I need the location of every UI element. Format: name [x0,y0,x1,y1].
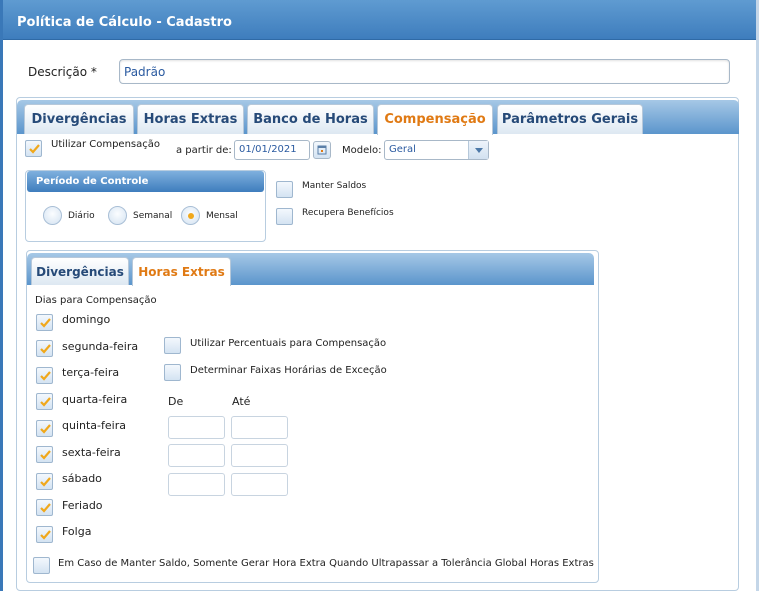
descricao-label: Descrição * [28,65,97,79]
manter-saldo-hora-extra-checkbox[interactable] [33,557,50,574]
main-tab-bar: Divergências Horas Extras Banco de Horas… [17,100,739,135]
recupera-beneficios-checkbox[interactable] [276,208,293,225]
check-icon [40,450,51,460]
window-title: Política de Cálculo - Cadastro [17,15,232,30]
de-label: De [168,395,184,408]
utilizar-percentuais-checkbox[interactable] [164,337,181,354]
ate-label: Até [232,395,251,408]
periodo-de-controle-title: Período de Controle [27,171,264,192]
dia-label: quinta-feira [62,419,126,432]
check-icon [40,318,51,328]
determinar-faixas-label: Determinar Faixas Horárias de Exceção [190,365,387,376]
radio-semanal[interactable] [108,206,127,225]
faixa-ate-input[interactable] [231,416,288,439]
tab-horas-extras[interactable]: Horas Extras [137,104,244,134]
calendar-icon [317,145,327,155]
faixa-ate-input[interactable] [231,473,288,496]
manter-saldos-label: Manter Saldos [302,181,367,191]
tab-parametros-gerais[interactable]: Parâmetros Gerais [497,104,643,134]
descricao-input[interactable]: Padrão [119,59,730,84]
dia-label: Folga [62,525,92,538]
utilizar-percentuais-label: Utilizar Percentuais para Compensação [190,338,387,349]
manter-saldos-checkbox[interactable] [276,181,293,198]
radio-diario[interactable] [43,206,62,225]
modelo-select[interactable]: Geral [384,140,489,160]
dia-label: terça-feira [62,366,120,379]
dia-label: sexta-feira [62,446,121,459]
date-input[interactable]: 01/01/2021 [234,140,310,160]
dia-checkbox[interactable] [36,473,53,490]
faixa-de-input[interactable] [168,473,225,496]
check-icon [40,503,51,513]
utilizar-compensacao-checkbox[interactable] [25,140,42,157]
faixa-ate-input[interactable] [231,444,288,467]
modelo-label: Modelo: [342,145,382,156]
dia-label: quarta-feira [62,393,128,406]
dia-label: segunda-feira [62,340,139,353]
radio-mensal-label: Mensal [206,211,238,221]
check-icon [40,397,51,407]
dia-checkbox[interactable] [36,314,53,331]
radio-selected-dot [188,213,194,219]
radio-mensal[interactable] [181,206,200,225]
dia-checkbox[interactable] [36,367,53,384]
check-icon [40,477,51,487]
dia-checkbox[interactable] [36,499,53,516]
inner-tab-bar: Divergências Horas Extras [27,253,594,286]
dia-checkbox[interactable] [36,526,53,543]
radio-diario-label: Diário [68,211,95,221]
dias-para-compensacao-label: Dias para Compensação [35,295,157,306]
recupera-beneficios-label: Recupera Benefícios [302,208,394,218]
dia-checkbox[interactable] [36,420,53,437]
utilizar-compensacao-label: Utilizar Compensação [51,139,161,150]
dia-checkbox[interactable] [36,446,53,463]
inner-tab-horas-extras[interactable]: Horas Extras [132,257,231,286]
inner-tab-divergencias[interactable]: Divergências [31,257,129,285]
radio-semanal-label: Semanal [133,211,173,221]
check-icon [40,371,51,381]
tab-compensacao[interactable]: Compensação [377,104,493,135]
calendar-button[interactable] [313,141,331,159]
manter-saldo-hora-extra-label: Em Caso de Manter Saldo, Somente Gerar H… [58,558,594,569]
tab-banco-de-horas[interactable]: Banco de Horas [247,104,374,134]
check-icon [40,344,51,354]
dia-label: Feriado [62,499,103,512]
faixa-de-input[interactable] [168,444,225,467]
check-icon [40,424,51,434]
determinar-faixas-checkbox[interactable] [164,364,181,381]
dia-checkbox[interactable] [36,340,53,357]
check-icon [29,144,40,154]
title-bar[interactable]: Política de Cálculo - Cadastro [3,0,756,40]
dia-label: domingo [62,313,111,326]
faixa-de-input[interactable] [168,416,225,439]
dia-label: sábado [62,472,102,485]
check-icon [40,530,51,540]
modelo-select-value: Geral [389,144,416,155]
a-partir-label: a partir de: [176,145,232,156]
dia-checkbox[interactable] [36,393,53,410]
tab-divergencias[interactable]: Divergências [24,104,134,134]
chevron-down-icon[interactable] [468,141,488,159]
